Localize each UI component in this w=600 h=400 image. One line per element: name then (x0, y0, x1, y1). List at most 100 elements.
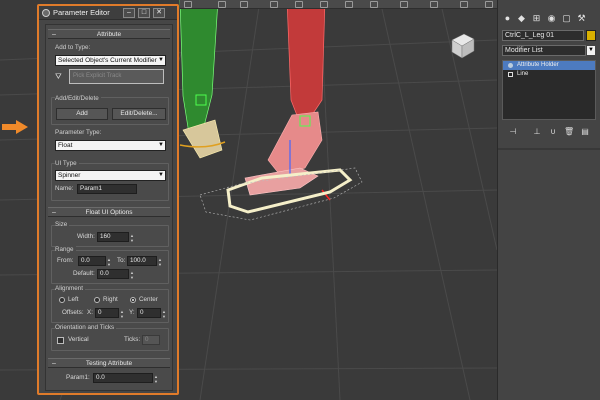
toolbar-icon[interactable] (370, 1, 378, 8)
align-left-radio[interactable] (59, 297, 65, 303)
parameter-editor-window: Parameter Editor – □ ✕ – Attribute Add t… (37, 4, 179, 395)
spinner-arrows-icon[interactable]: ▲ ▼ (129, 233, 135, 243)
toolbar-icon[interactable] (184, 1, 192, 8)
toolbar-icon[interactable] (400, 1, 408, 8)
default-spinner[interactable]: 0.0 ▲ ▼ (97, 269, 134, 280)
toolbar-icon[interactable] (460, 1, 468, 8)
stack-item-attribute-holder[interactable]: Attribute Holder (503, 61, 595, 70)
vertical-checkbox[interactable] (57, 337, 64, 344)
toolbar-icon[interactable] (295, 1, 303, 8)
display-icon[interactable]: ▢ (561, 13, 572, 24)
stack-tools: ⊣ ⊥ ∪ 🗑 ▤ (502, 125, 596, 139)
add-to-type-dropdown[interactable]: Selected Object's Current Modifier ▼ (55, 55, 166, 66)
chevron-down-icon[interactable]: ▼ (586, 45, 596, 56)
pick-explicit-track-button[interactable]: Pick Explicit Track (69, 69, 164, 84)
close-icon[interactable]: ✕ (153, 8, 165, 18)
spinner-value: 0 (98, 309, 102, 316)
add-button[interactable]: Add (56, 108, 108, 120)
edit-delete-button[interactable]: Edit/Delete... (112, 108, 166, 120)
spinner-arrows-icon[interactable]: ▲ ▼ (157, 257, 163, 267)
size-label: Size (55, 221, 70, 229)
chevron-down-icon: ▼ (158, 57, 164, 63)
pick-track-icon[interactable]: ⛛ (55, 72, 66, 81)
offset-x-spinner[interactable]: 0 ▲ ▼ (95, 308, 124, 319)
param1-label: Param1: (66, 374, 90, 381)
object-name-field[interactable]: CtrlC_L_Leg 01 (502, 30, 584, 41)
align-left-label: Left (68, 296, 79, 303)
dropdown-value: Selected Object's Current Modifier (58, 57, 157, 64)
attribute-rollout-header[interactable]: – Attribute (48, 29, 170, 39)
add-edit-delete-label: Add/Edit/Delete (55, 95, 101, 103)
param1-spinner[interactable]: 0.0 ▲ ▼ (93, 373, 158, 384)
orientation-label: Orientation and Ticks (55, 324, 117, 332)
from-spinner[interactable]: 0.0 ▲ ▼ (78, 256, 111, 267)
offset-y-spinner[interactable]: 0 ▲ ▼ (137, 308, 166, 319)
minus-icon: – (52, 209, 56, 216)
hierarchy-icon[interactable]: ⊞ (531, 13, 542, 24)
modifier-list-dropdown[interactable]: Modifier List (502, 45, 586, 56)
from-label: From: (57, 257, 74, 264)
width-spinner[interactable]: 160 ▲ ▼ (97, 232, 134, 243)
modifier-stack: Attribute Holder Line (502, 60, 596, 120)
toolbar-icon[interactable] (240, 1, 248, 8)
spinner-arrows-icon[interactable]: ▲ ▼ (129, 270, 135, 280)
spinner-value: 0.0 (81, 257, 90, 264)
spinner-value: 100.0 (130, 257, 146, 264)
align-right-label: Right (103, 296, 118, 303)
align-right-radio[interactable] (94, 297, 100, 303)
spinner-value: 0 (140, 309, 144, 316)
align-center-radio[interactable] (130, 297, 136, 303)
ui-type-dropdown[interactable]: Spinner ▼ (55, 170, 166, 181)
pick-explicit-track-row: ⛛ Pick Explicit Track (55, 69, 166, 84)
width-label: Width: (77, 233, 95, 240)
spinner-arrows-icon[interactable]: ▲ ▼ (153, 374, 159, 384)
spinner-arrows-icon[interactable]: ▲ ▼ (161, 309, 167, 319)
spinner-value: 0.0 (96, 374, 105, 381)
toolbar-icon[interactable] (320, 1, 328, 8)
panel-divider (498, 148, 600, 150)
ui-type-label: UI Type (55, 160, 79, 168)
float-ui-options-header[interactable]: – Float UI Options (48, 207, 170, 217)
toolbar-icon[interactable] (430, 1, 438, 8)
modify-icon[interactable]: ◆ (516, 13, 527, 24)
toolbar-icon[interactable] (270, 1, 278, 8)
spinner-value: 0.0 (100, 270, 109, 277)
ticks-label: Ticks: (124, 336, 141, 343)
editor-body: – Attribute Add to Type: Selected Object… (45, 24, 173, 391)
object-color-swatch[interactable] (586, 30, 596, 41)
create-icon[interactable]: ● (502, 13, 513, 24)
show-end-result-icon[interactable]: ⊥ (532, 126, 542, 137)
spinner-arrows-icon[interactable]: ▲ ▼ (106, 257, 112, 267)
dropdown-value: Spinner (58, 172, 81, 179)
parameter-type-dropdown[interactable]: Float ▼ (55, 140, 166, 151)
y-label: Y: (129, 309, 135, 316)
toolbar-icon[interactable] (218, 1, 226, 8)
minus-icon: – (52, 360, 56, 367)
toolbar-icon[interactable] (485, 1, 493, 8)
stack-item-label: Attribute Holder (517, 62, 559, 68)
title-bar[interactable]: Parameter Editor – □ ✕ (39, 6, 177, 20)
parameter-type-label: Parameter Type: (55, 129, 102, 136)
name-field[interactable]: Param1 (77, 184, 137, 194)
light-bulb-icon[interactable] (508, 63, 513, 68)
app-icon (42, 9, 50, 17)
maximize-icon[interactable]: □ (138, 8, 150, 18)
stack-item-line[interactable]: Line (503, 70, 595, 79)
chevron-down-icon: ▼ (158, 172, 164, 178)
testing-attribute-header[interactable]: – Testing Attribute (48, 358, 170, 368)
alignment-label: Alignment (55, 285, 86, 293)
make-unique-icon[interactable]: ∪ (548, 126, 558, 137)
configure-sets-icon[interactable]: ▤ (580, 126, 590, 137)
toolbar-icon[interactable] (345, 1, 353, 8)
pin-stack-icon[interactable]: ⊣ (508, 126, 518, 137)
default-label: Default: (73, 270, 95, 277)
utilities-icon[interactable]: ⚒ (576, 13, 587, 24)
minimize-icon[interactable]: – (123, 8, 135, 18)
motion-icon[interactable]: ◉ (546, 13, 557, 24)
remove-modifier-icon[interactable]: 🗑 (564, 126, 574, 137)
to-spinner[interactable]: 100.0 ▲ ▼ (127, 256, 162, 267)
square-icon (508, 72, 513, 77)
spinner-arrows-icon[interactable]: ▲ ▼ (119, 309, 125, 319)
to-label: To: (117, 257, 126, 264)
viewport-toolbar (180, 0, 497, 9)
